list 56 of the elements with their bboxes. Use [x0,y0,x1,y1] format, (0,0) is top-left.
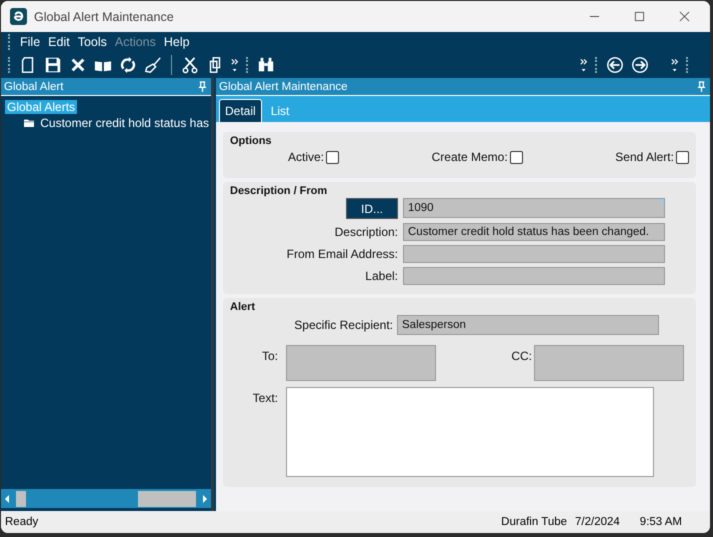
id-button[interactable]: ID... [346,198,398,219]
folder-icon [24,117,34,129]
tab[interactable]: Detail [219,99,262,122]
status-date: 7/2/2024 [575,516,620,528]
scissors-icon[interactable] [181,56,199,74]
checkbox[interactable] [676,150,689,164]
pin-icon[interactable] [198,81,207,92]
field-label: Description: [334,225,398,239]
binoculars-icon[interactable] [257,56,275,74]
maximize-icon[interactable] [634,11,645,22]
checkbox[interactable] [510,150,523,164]
window-title: Global Alert Maintenance [34,10,174,24]
scroll-thumb[interactable] [138,490,196,506]
text-field[interactable]: Customer credit hold status has been changed. [403,223,665,241]
refresh-icon[interactable] [119,56,137,74]
scroll-thumb[interactable] [16,490,26,506]
app-logo-icon [10,8,27,25]
field-label: To: [260,349,279,363]
field-label: Text: [252,391,279,405]
company-name: Durafin Tube [501,516,568,528]
menu-item[interactable]: Edit [48,35,70,49]
to-field[interactable] [286,345,436,381]
field-label: Label: [364,269,398,283]
tree-item[interactable]: Customer credit hold status has [38,116,211,130]
field-label: Specific Recipient: [293,318,393,332]
status-text: Ready [5,516,38,528]
checkbox-label: Send Alert: [615,150,674,164]
recipient-field[interactable]: Salesperson [397,315,659,335]
text-area[interactable] [286,387,654,477]
field-label: From Email Address: [286,247,398,261]
checkbox-label: Active: [288,150,324,164]
group-title: Description / From [230,185,328,197]
broom-icon[interactable] [144,56,162,74]
menu-item[interactable]: Help [164,35,190,49]
pin-icon[interactable] [697,81,706,92]
overflow-icon[interactable] [580,56,588,74]
text-field[interactable] [403,245,665,263]
checkbox-label: Create Memo: [432,150,508,164]
text-field[interactable] [403,267,665,285]
group-title: Alert [230,301,256,313]
status-time: 9:53 AM [640,516,682,528]
cc-field[interactable] [534,345,684,381]
menu-item[interactable]: Tools [78,35,107,49]
menu-item[interactable]: File [20,35,40,49]
id-field[interactable]: 1090 [403,198,665,218]
overflow-icon[interactable] [231,56,239,74]
panel-title: Global Alert [4,80,64,92]
overflow-icon[interactable] [671,56,679,74]
delete-icon[interactable] [69,56,87,74]
group-title: Options [230,135,273,147]
horizontal-scrollbar[interactable] [1,489,211,508]
field-label: CC: [511,349,532,363]
save-icon[interactable] [44,56,62,74]
close-icon[interactable] [679,11,690,22]
panel-title: Global Alert Maintenance [219,80,348,92]
checkbox[interactable] [326,150,340,164]
